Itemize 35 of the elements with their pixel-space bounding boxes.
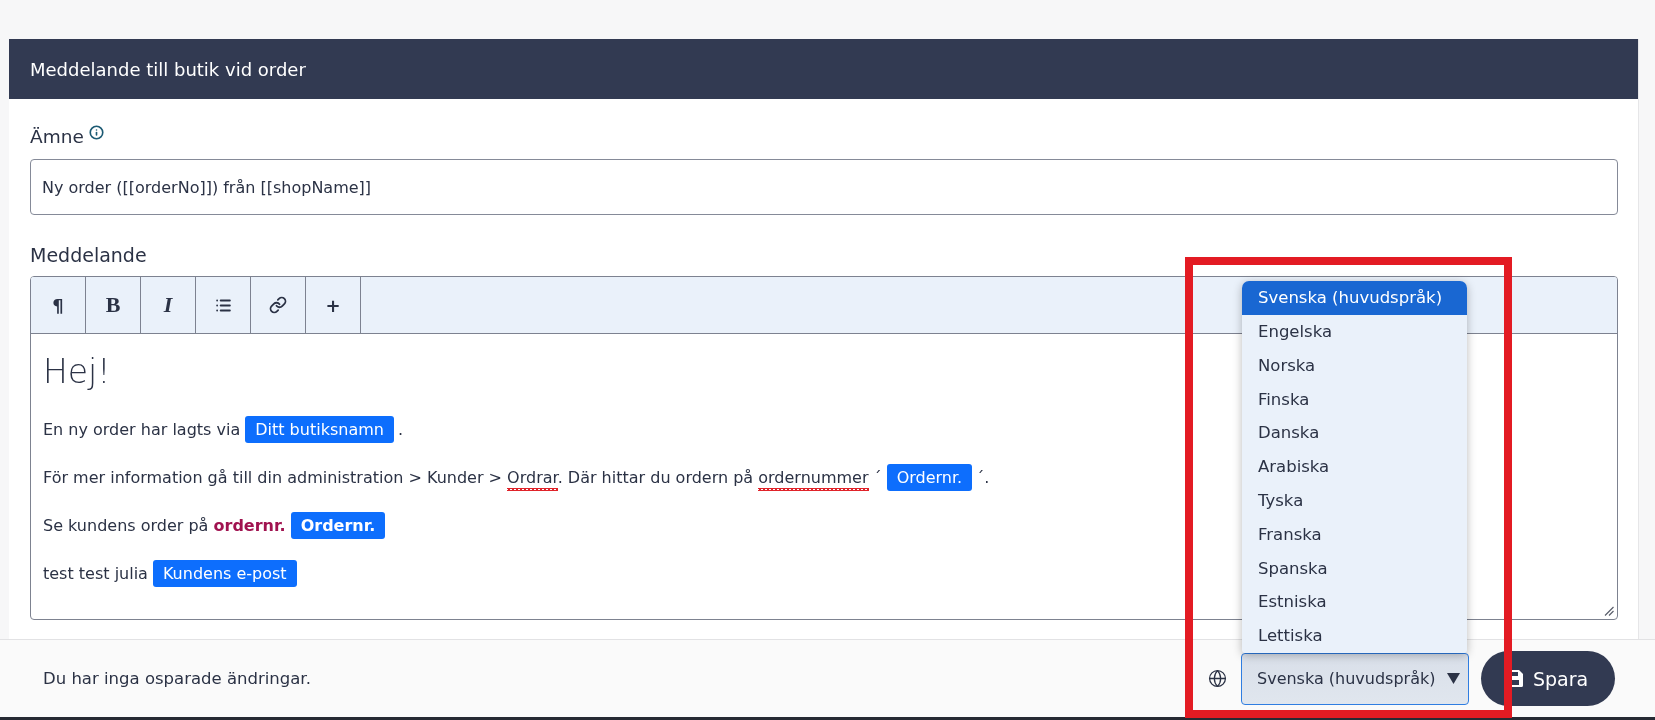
dropdown-option[interactable]: Franska <box>1242 517 1467 552</box>
paragraph-text: Se kundens order på ordernr. <box>43 516 286 537</box>
caret-icon <box>1447 673 1460 684</box>
field-label: Ämne <box>30 125 84 149</box>
save-button[interactable]: Spara <box>1481 651 1615 706</box>
dropdown-option[interactable]: Estniska <box>1242 584 1467 619</box>
dropdown-option[interactable]: Finska <box>1242 382 1467 416</box>
paragraph-text: För mer information gå till din administration > Kunder > Ordrar. Där hittar du ordern på ordernummer ´ <box>43 468 882 491</box>
info-icon[interactable] <box>88 125 104 140</box>
dropdown-option[interactable]: Tyska <box>1242 483 1467 518</box>
dropdown-option[interactable]: Norska <box>1242 348 1467 383</box>
field-label: Meddelande <box>30 243 147 267</box>
link-icon <box>269 296 287 314</box>
paragraph-text: ´. <box>976 468 990 489</box>
status-text: Du har inga osparade ändringar. <box>43 669 311 688</box>
panel-header: Meddelande till butik vid order <box>9 39 1638 99</box>
paragraph-text: . <box>397 420 403 441</box>
dropdown-option[interactable]: Lettiska <box>1242 618 1467 653</box>
dropdown-option[interactable]: Spanska <box>1242 551 1467 585</box>
language-select[interactable]: Svenska (huvudspråk) <box>1241 652 1469 705</box>
paragraph-text: En ny order har lagts via <box>43 420 241 441</box>
placeholder-tag: Ordernr. <box>290 512 386 539</box>
resize-grip-icon[interactable] <box>1604 606 1614 616</box>
paragraph-format-button[interactable]: ¶ <box>31 277 86 333</box>
dropdown-option[interactable]: Svenska (huvudspråk) <box>1242 280 1467 315</box>
placeholder-tag: Ditt butiksnamn <box>245 416 394 443</box>
dropdown-option[interactable]: Danska <box>1242 415 1467 450</box>
placeholder-tag: Ordernr. <box>886 464 973 491</box>
editor-heading: Hej! <box>43 351 111 393</box>
paragraph-text: test test julia <box>43 564 148 585</box>
subject-input[interactable]: Ny order ([[orderNo]]) från [[shopName]] <box>30 159 1618 215</box>
globe-icon <box>1208 669 1227 688</box>
dropdown-option[interactable]: Engelska <box>1242 314 1467 349</box>
placeholder-tag: Kundens e-post <box>152 560 297 587</box>
dropdown-option[interactable]: Arabiska <box>1242 449 1467 484</box>
